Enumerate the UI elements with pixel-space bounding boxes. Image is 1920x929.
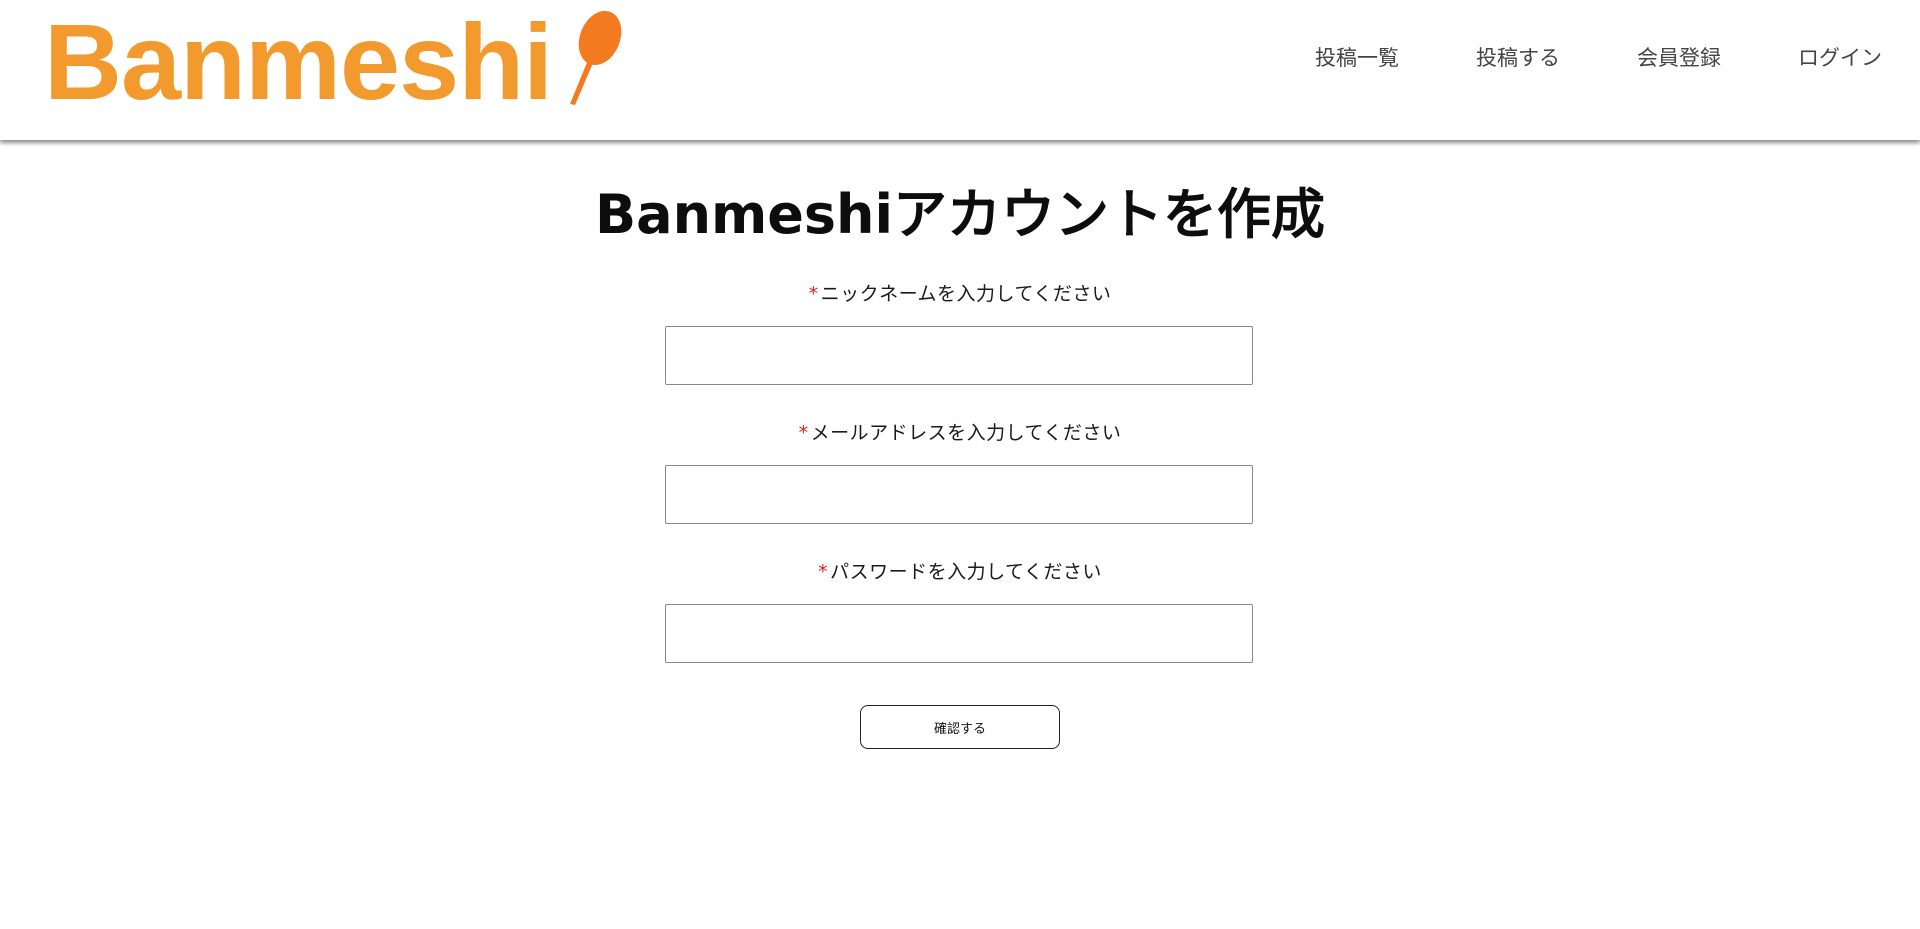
nav-register[interactable]: 会員登録 (1637, 44, 1721, 72)
required-mark: * (818, 561, 829, 583)
main-nav: 投稿一覧 投稿する 会員登録 ログイン (1238, 44, 1882, 72)
banmeshi-logo[interactable]: Banmeshi (44, 8, 622, 116)
page-title: Banmeshiアカウントを作成 (594, 183, 1326, 246)
nav-login[interactable]: ログイン (1798, 44, 1882, 72)
email-label: * メールアドレスを入力してください (0, 418, 1920, 445)
nickname-input[interactable] (665, 326, 1253, 385)
password-label-text: パスワードを入力してください (830, 561, 1102, 583)
spoon-icon (570, 10, 622, 105)
site-header: Banmeshi 投稿一覧 投稿する 会員登録 ログイン (0, 0, 1920, 140)
nickname-label: * ニックネームを入力してください (0, 279, 1920, 306)
email-label-text: メールアドレスを入力してください (810, 422, 1122, 444)
email-input[interactable] (665, 465, 1253, 524)
signup-form-area: Banmeshiアカウントを作成 * ニックネームを入力してください * メールアド… (0, 142, 1920, 929)
required-mark: * (798, 422, 809, 444)
logo-wordmark: Banmeshi (44, 1, 553, 122)
required-mark: * (808, 283, 819, 305)
confirm-button[interactable]: 確認する (860, 705, 1060, 749)
password-label: * パスワードを入力してください (0, 557, 1920, 584)
nav-create-post[interactable]: 投稿する (1476, 44, 1560, 72)
password-input[interactable] (665, 604, 1253, 663)
nickname-label-text: ニックネームを入力してください (820, 283, 1112, 305)
nav-post-list[interactable]: 投稿一覧 (1315, 44, 1399, 72)
